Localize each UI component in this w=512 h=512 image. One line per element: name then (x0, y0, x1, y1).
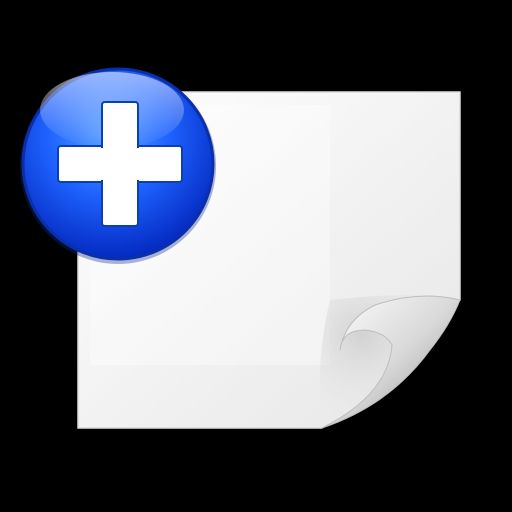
new-document-icon[interactable] (0, 0, 512, 512)
plus-badge-icon (20, 67, 216, 264)
icon-canvas (0, 0, 512, 512)
